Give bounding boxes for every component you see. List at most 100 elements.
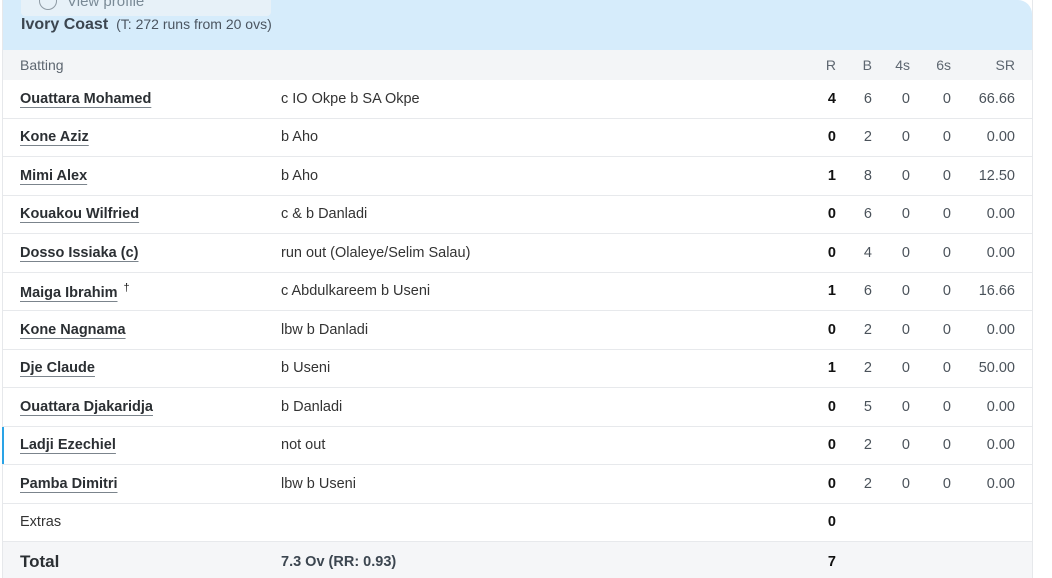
batter-name-wrap: Maiga Ibrahim † [20, 282, 130, 301]
sixes: 0 [942, 244, 951, 261]
fours: 0 [901, 321, 910, 338]
strike-rate: 16.66 [978, 283, 1015, 300]
batter-row: Kone Aziz b Aho 0 2 0 0 0.00 [3, 119, 1032, 157]
dismissal: lbw b Useni [281, 475, 356, 492]
sixes: 0 [942, 398, 951, 415]
sixes: 0 [942, 360, 951, 377]
team-target: (T: 272 runs from 20 ovs) [116, 16, 272, 32]
dismissal: c Abdulkareem b Useni [281, 283, 431, 300]
batter-row: Ouattara Mohamed c IO Okpe b SA Okpe 4 6 0 0 6… [3, 80, 1032, 119]
strike-rate: 66.66 [978, 90, 1015, 107]
sixes: 0 [942, 475, 951, 492]
batting-header-row: Batting R B 4s 6s SR [3, 50, 1032, 80]
runs: 1 [827, 360, 836, 377]
batter-name-wrap: Kouakou Wilfried [20, 206, 143, 222]
batter-row: Pamba Dimitri lbw b Useni 0 2 0 0 0.00 [3, 465, 1032, 504]
balls: 2 [863, 129, 872, 146]
balls: 8 [863, 167, 872, 184]
fours: 0 [901, 90, 910, 107]
dismissal: not out [281, 437, 326, 454]
batter-row: Dje Claude b Useni 1 2 0 0 50.00 [3, 350, 1032, 388]
batter-row: Dosso Issiaka (c) run out (Olaleye/Selim … [3, 234, 1032, 273]
col-runs: R [825, 57, 836, 73]
strike-rate: 0.00 [986, 206, 1015, 223]
total-label: Total [20, 552, 60, 571]
fours: 0 [901, 206, 910, 223]
col-batting: Batting [20, 57, 64, 73]
fours: 0 [901, 244, 910, 261]
batter-name-link[interactable]: Pamba Dimitri [20, 476, 122, 492]
batter-name-link[interactable]: Dje Claude [20, 360, 99, 376]
runs: 0 [827, 129, 836, 146]
total-row: Total 7.3 Ov (RR: 0.93) 7 [3, 542, 1032, 578]
sixes: 0 [942, 90, 951, 107]
dismissal: lbw b Danladi [281, 321, 369, 338]
batter-name-link[interactable]: Ouattara Djakaridja [20, 399, 157, 415]
batter-name-link[interactable]: Mimi Alex [20, 168, 91, 184]
batter-name-link[interactable]: Kone Aziz [20, 129, 93, 145]
strike-rate: 0.00 [986, 398, 1015, 415]
batter-name-wrap: Mimi Alex [20, 168, 91, 184]
strike-rate: 0.00 [986, 437, 1015, 454]
batter-row: Mimi Alex b Aho 1 8 0 0 12.50 [3, 157, 1032, 196]
sixes: 0 [942, 129, 951, 146]
scorecard-card: View profile Ivory Coast (T: 272 runs fr… [2, 0, 1033, 578]
strike-rate: 0.00 [986, 475, 1015, 492]
batter-row: Kouakou Wilfried c & b Danladi 0 6 0 0 0.00 [3, 196, 1032, 234]
batter-name-link[interactable]: Kone Nagnama [20, 322, 130, 338]
col-sixes: 6s [936, 57, 951, 73]
extras-label: Extras [20, 514, 62, 531]
wicketkeeper-mark: † [123, 281, 130, 294]
balls: 2 [863, 321, 872, 338]
batter-list: Ouattara Mohamed c IO Okpe b SA Okpe 4 6 0 0 6… [2, 80, 1032, 504]
sixes: 0 [942, 206, 951, 223]
runs: 1 [827, 283, 836, 300]
balls: 6 [863, 206, 872, 223]
sixes: 0 [942, 437, 951, 454]
balls: 6 [863, 90, 872, 107]
balls: 2 [863, 475, 872, 492]
view-profile-popup[interactable]: View profile [21, 0, 271, 16]
balls: 2 [863, 437, 872, 454]
view-profile-label: View profile [67, 0, 145, 10]
sixes: 0 [942, 321, 951, 338]
col-fours: 4s [895, 57, 910, 73]
batter-row: Ouattara Djakaridja b Danladi 0 5 0 0 0.00 [3, 388, 1032, 427]
batter-name-wrap: Kone Aziz [20, 129, 93, 145]
fours: 0 [901, 283, 910, 300]
batter-name-link[interactable]: Maiga Ibrahim [20, 285, 122, 301]
batter-name-link[interactable]: Dosso Issiaka (c) [20, 245, 142, 261]
batter-name-wrap: Pamba Dimitri [20, 476, 122, 492]
batter-name-wrap: Dje Claude [20, 360, 99, 376]
batter-name-link[interactable]: Kouakou Wilfried [20, 206, 143, 222]
runs: 0 [827, 321, 836, 338]
batter-row: Kone Nagnama lbw b Danladi 0 2 0 0 0.00 [3, 311, 1032, 350]
runs: 0 [827, 437, 836, 454]
extras-row: Extras 0 [3, 504, 1032, 542]
sixes: 0 [942, 167, 951, 184]
runs: 4 [827, 90, 836, 107]
fours: 0 [901, 437, 910, 454]
batter-row: Maiga Ibrahim † c Abdulkareem b Useni 1 6 0 0 1… [3, 273, 1032, 311]
strike-rate: 0.00 [986, 321, 1015, 338]
batter-name-link[interactable]: Ouattara Mohamed [20, 91, 155, 107]
strike-rate: 50.00 [978, 360, 1015, 377]
extras-value: 0 [827, 514, 836, 531]
dismissal: run out (Olaleye/Selim Salau) [281, 244, 471, 261]
dismissal: b Danladi [281, 398, 343, 415]
strike-rate: 0.00 [986, 129, 1015, 146]
fours: 0 [901, 167, 910, 184]
balls: 6 [863, 283, 872, 300]
sixes: 0 [942, 283, 951, 300]
fours: 0 [901, 398, 910, 415]
batter-name-wrap: Kone Nagnama [20, 322, 130, 338]
dismissal: c & b Danladi [281, 206, 368, 223]
batter-name-wrap: Ouattara Djakaridja [20, 399, 157, 415]
batter-name-wrap: Ladji Ezechiel [20, 437, 120, 453]
team-header: View profile Ivory Coast (T: 272 runs fr… [3, 0, 1032, 50]
runs: 0 [827, 475, 836, 492]
user-circle-icon [39, 0, 57, 10]
batter-row: Ladji Ezechiel not out 0 2 0 0 0.00 [2, 426, 1032, 465]
batter-name-link[interactable]: Ladji Ezechiel [20, 437, 120, 453]
batter-name-wrap: Dosso Issiaka (c) [20, 245, 142, 261]
